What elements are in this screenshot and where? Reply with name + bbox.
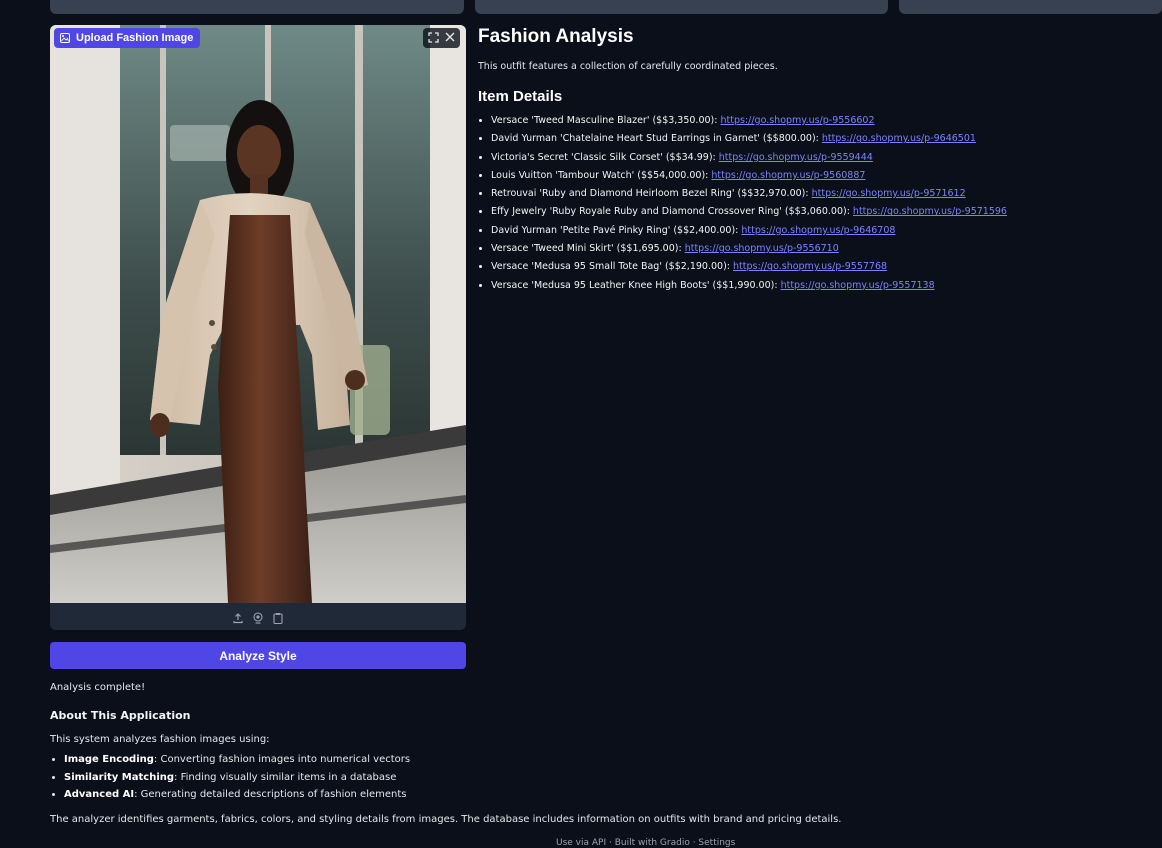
- analysis-panel: Fashion Analysis This outfit features a …: [478, 25, 1138, 295]
- analyze-style-button[interactable]: Analyze Style: [50, 642, 466, 669]
- feature-desc: : Generating detailed descriptions of fa…: [134, 789, 407, 800]
- item-text: Versace 'Tweed Mini Skirt' ($$1,695.00):: [491, 243, 685, 255]
- item-text: Versace 'Tweed Masculine Blazer' ($$3,35…: [491, 115, 721, 126]
- list-item: Similarity Matching: Finding visually si…: [64, 769, 410, 787]
- about-feature-list: Image Encoding: Converting fashion image…: [50, 751, 410, 804]
- item-details-title: Item Details: [478, 88, 563, 105]
- upload-label-text: Upload Fashion Image: [76, 32, 194, 44]
- list-item: Versace 'Medusa 95 Leather Knee High Boo…: [491, 277, 1138, 295]
- about-summary: The analyzer identifies garments, fabric…: [50, 814, 842, 825]
- item-link[interactable]: https://go.shopmy.us/p-9556710: [685, 243, 839, 254]
- list-item: Louis Vuitton 'Tambour Watch' ($$54,000.…: [491, 167, 1138, 185]
- feature-desc: : Converting fashion images into numeric…: [153, 754, 411, 765]
- image-icon: [60, 33, 70, 43]
- item-text: Effy Jewelry 'Ruby Royale Ruby and Diamo…: [491, 206, 853, 218]
- list-item: Victoria's Secret 'Classic Silk Corset' …: [491, 149, 1138, 167]
- list-item: Versace 'Tweed Mini Skirt' ($$1,695.00):…: [491, 240, 1138, 258]
- item-link[interactable]: https://go.shopmy.us/p-9559444: [719, 152, 873, 163]
- item-link[interactable]: https://go.shopmy.us/p-9560887: [711, 170, 865, 181]
- top-strip: [0, 0, 1162, 14]
- fashion-photo: [50, 25, 466, 603]
- item-text: David Yurman 'Chatelaine Heart Stud Earr…: [491, 133, 822, 145]
- list-item: Effy Jewelry 'Ruby Royale Ruby and Diamo…: [491, 203, 1138, 221]
- close-icon[interactable]: [445, 32, 455, 44]
- tab-placeholder-1[interactable]: [50, 0, 464, 14]
- tab-placeholder-2[interactable]: [475, 0, 888, 14]
- image-tools: [423, 28, 460, 48]
- image-upload-panel[interactable]: Upload Fashion Image: [50, 25, 466, 630]
- item-link[interactable]: https://go.shopmy.us/p-9571612: [812, 188, 966, 199]
- analysis-title: Fashion Analysis: [478, 26, 634, 47]
- item-link[interactable]: https://go.shopmy.us/p-9556602: [720, 115, 874, 126]
- feature-desc: : Finding visually similar items in a da…: [174, 771, 397, 783]
- list-item: Advanced AI: Generating detailed descrip…: [64, 786, 410, 804]
- image-source-toolbar: [50, 605, 466, 630]
- item-text: Louis Vuitton 'Tambour Watch' ($$54,000.…: [491, 169, 712, 181]
- list-item: David Yurman 'Chatelaine Heart Stud Earr…: [491, 130, 1138, 148]
- list-item: Versace 'Tweed Masculine Blazer' ($$3,35…: [491, 112, 1138, 130]
- item-details-list: Versace 'Tweed Masculine Blazer' ($$3,35…: [478, 112, 1138, 295]
- item-link[interactable]: https://go.shopmy.us/p-9646501: [822, 133, 976, 144]
- about-title: About This Application: [50, 709, 191, 722]
- item-link[interactable]: https://go.shopmy.us/p-9557768: [733, 261, 887, 272]
- upload-fashion-image-label: Upload Fashion Image: [54, 28, 201, 48]
- list-item: David Yurman 'Petite Pavé Pinky Ring' ($…: [491, 222, 1138, 240]
- item-text: David Yurman 'Petite Pavé Pinky Ring' ($…: [491, 224, 742, 236]
- feature-name: Image Encoding: [64, 754, 154, 765]
- status-text: Analysis complete!: [50, 682, 146, 693]
- list-item: Versace 'Medusa 95 Small Tote Bag' ($$2,…: [491, 258, 1138, 276]
- upload-icon[interactable]: [232, 612, 244, 624]
- item-text: Retrouvai 'Ruby and Diamond Heirloom Bez…: [491, 188, 812, 200]
- about-intro: This system analyzes fashion images usin…: [50, 734, 270, 745]
- item-text: Versace 'Medusa 95 Small Tote Bag' ($$2,…: [491, 261, 733, 273]
- feature-name: Advanced AI: [64, 789, 135, 800]
- item-link[interactable]: https://go.shopmy.us/p-9646708: [741, 225, 895, 236]
- item-link[interactable]: https://go.shopmy.us/p-9571596: [853, 206, 1007, 217]
- webcam-icon[interactable]: [252, 611, 264, 624]
- item-text: Versace 'Medusa 95 Leather Knee High Boo…: [491, 279, 781, 291]
- item-link[interactable]: https://go.shopmy.us/p-9557138: [781, 280, 935, 291]
- feature-name: Similarity Matching: [64, 771, 175, 783]
- tab-placeholder-3[interactable]: [899, 0, 1162, 14]
- clipboard-icon[interactable]: [272, 612, 284, 624]
- list-item: Image Encoding: Converting fashion image…: [64, 751, 410, 769]
- analysis-description: This outfit features a collection of car…: [478, 61, 778, 72]
- list-item: Retrouvai 'Ruby and Diamond Heirloom Bez…: [491, 185, 1138, 203]
- fullscreen-icon[interactable]: [428, 31, 439, 45]
- item-text: Victoria's Secret 'Classic Silk Corset' …: [491, 151, 719, 163]
